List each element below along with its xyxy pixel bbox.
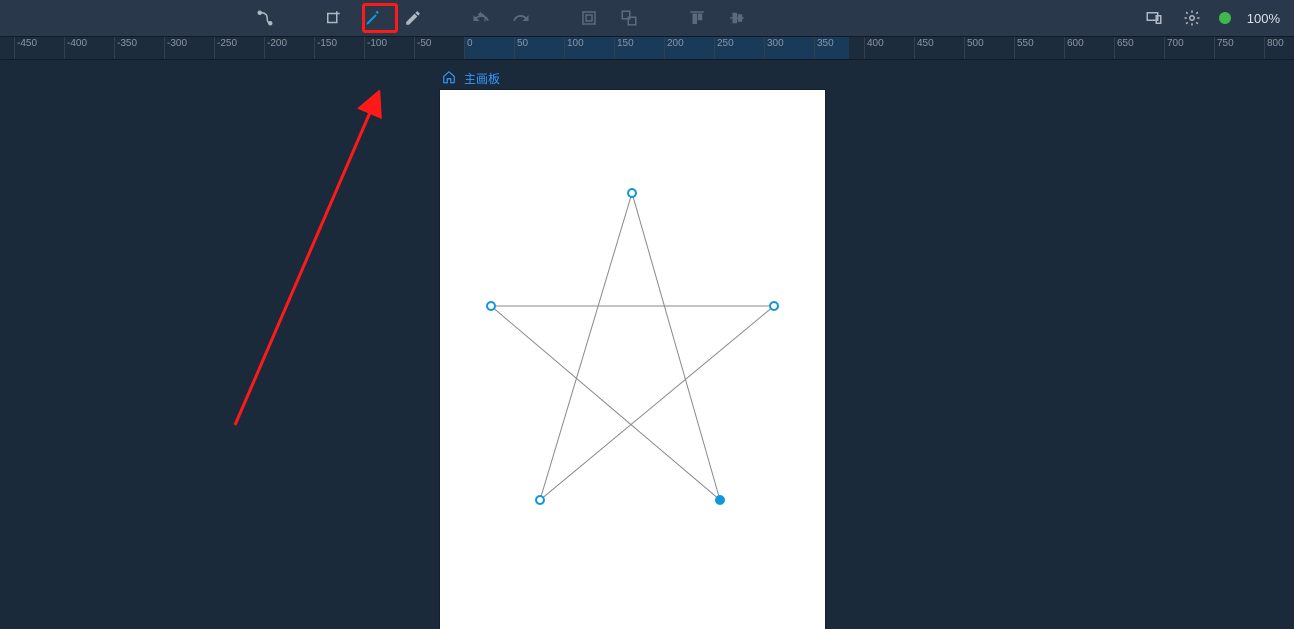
toolbar: 100% xyxy=(0,0,1294,36)
pen-tool-icon[interactable] xyxy=(362,7,384,29)
ruler-tick-label: 0 xyxy=(467,38,473,49)
breadcrumb-label: 主画板 xyxy=(464,70,500,87)
annotation-arrow xyxy=(230,90,390,430)
ruler-tick-label: -250 xyxy=(217,38,237,49)
redo-icon[interactable] xyxy=(510,7,532,29)
path-anchor-point[interactable] xyxy=(770,302,778,310)
path-anchor-point[interactable] xyxy=(536,496,544,504)
settings-icon[interactable] xyxy=(1181,7,1203,29)
group-icon[interactable] xyxy=(578,7,600,29)
ruler-tick-label: 50 xyxy=(517,38,528,49)
undo-icon[interactable] xyxy=(470,7,492,29)
ruler-tick-label: 250 xyxy=(717,38,734,49)
zoom-value[interactable]: 100% xyxy=(1247,11,1280,26)
ruler-tick-label: 200 xyxy=(667,38,684,49)
canvas-area[interactable]: 主画板 xyxy=(0,60,1294,629)
ruler-tick-label: 150 xyxy=(617,38,634,49)
ruler-tick-label: -400 xyxy=(67,38,87,49)
ruler-tick-label: 400 xyxy=(867,38,884,49)
align-middle-icon[interactable] xyxy=(726,7,748,29)
home-icon xyxy=(442,70,456,87)
ruler-tick-label: 350 xyxy=(817,38,834,49)
ruler-tick-label: 100 xyxy=(567,38,584,49)
connector-tool-icon[interactable] xyxy=(254,7,276,29)
ruler-tick-label: -300 xyxy=(167,38,187,49)
ruler-tick-label: -450 xyxy=(17,38,37,49)
ruler-tick-label: -350 xyxy=(117,38,137,49)
ruler-tick-label: 700 xyxy=(1167,38,1184,49)
ruler-tick-label: 300 xyxy=(767,38,784,49)
ruler-tick-label: 550 xyxy=(1017,38,1034,49)
path-anchor-point[interactable] xyxy=(628,189,636,197)
align-top-icon[interactable] xyxy=(686,7,708,29)
ruler-tick-label: 600 xyxy=(1067,38,1084,49)
artboard[interactable] xyxy=(440,90,825,629)
ungroup-icon[interactable] xyxy=(618,7,640,29)
artboard-tool-icon[interactable] xyxy=(322,7,344,29)
path-anchor-point[interactable] xyxy=(487,302,495,310)
device-preview-icon[interactable] xyxy=(1143,7,1165,29)
ruler-tick-label: 450 xyxy=(917,38,934,49)
star-path[interactable] xyxy=(440,90,825,629)
ruler-tick-label: 650 xyxy=(1117,38,1134,49)
ruler-tick-label: -150 xyxy=(317,38,337,49)
ruler-tick-label: -50 xyxy=(417,38,431,49)
horizontal-ruler[interactable]: -450 -400 -350 -300 -250 -200 -150 -100 -50 0 50 10… xyxy=(0,36,1294,60)
ruler-tick-label: 800 xyxy=(1267,38,1284,49)
ruler-tick-label: -100 xyxy=(367,38,387,49)
pencil-tool-icon[interactable] xyxy=(402,7,424,29)
ruler-tick-label: 500 xyxy=(967,38,984,49)
ruler-tick-label: -200 xyxy=(267,38,287,49)
path-anchor-point[interactable] xyxy=(715,495,725,505)
connection-status-icon xyxy=(1219,12,1231,24)
ruler-tick-label: 750 xyxy=(1217,38,1234,49)
breadcrumb[interactable]: 主画板 xyxy=(442,70,500,87)
